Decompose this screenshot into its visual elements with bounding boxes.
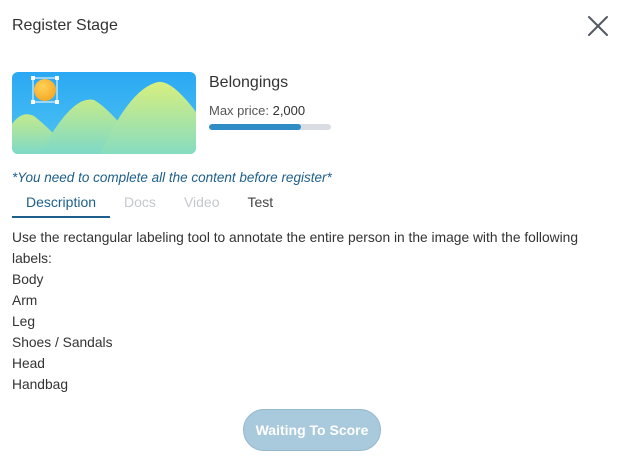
register-stage-modal: Register Stage Belongings Max price: 2,0… — [0, 0, 624, 466]
description-intro: Use the rectangular labeling tool to ann… — [12, 230, 579, 266]
tab-test[interactable]: Test — [234, 192, 288, 216]
price-progress-bar — [209, 124, 331, 130]
completion-notice: *You need to complete all the content be… — [12, 170, 332, 185]
close-icon[interactable] — [586, 14, 610, 38]
price-progress-fill — [209, 124, 301, 130]
label-item: Head — [12, 356, 45, 371]
label-item: Leg — [12, 314, 36, 329]
max-price: Max price: 2,000 — [209, 103, 305, 118]
image-placeholder-icon — [12, 72, 196, 154]
max-price-label: Max price: — [209, 103, 269, 118]
label-item: Arm — [12, 293, 38, 308]
label-item: Handbag — [12, 377, 69, 392]
tab-video[interactable]: Video — [170, 192, 234, 216]
tab-docs[interactable]: Docs — [110, 192, 170, 216]
label-item: Shoes / Sandals — [12, 335, 113, 350]
description-panel: Use the rectangular labeling tool to ann… — [12, 227, 612, 395]
label-item: Body — [12, 272, 44, 287]
modal-title: Register Stage — [12, 17, 118, 34]
max-price-value: 2,000 — [272, 103, 306, 118]
waiting-to-score-button[interactable]: Waiting To Score — [243, 409, 381, 451]
tab-description[interactable]: Description — [12, 192, 111, 218]
content-tabs: Description Docs Video Test — [12, 192, 287, 218]
stage-name: Belongings — [209, 74, 289, 91]
